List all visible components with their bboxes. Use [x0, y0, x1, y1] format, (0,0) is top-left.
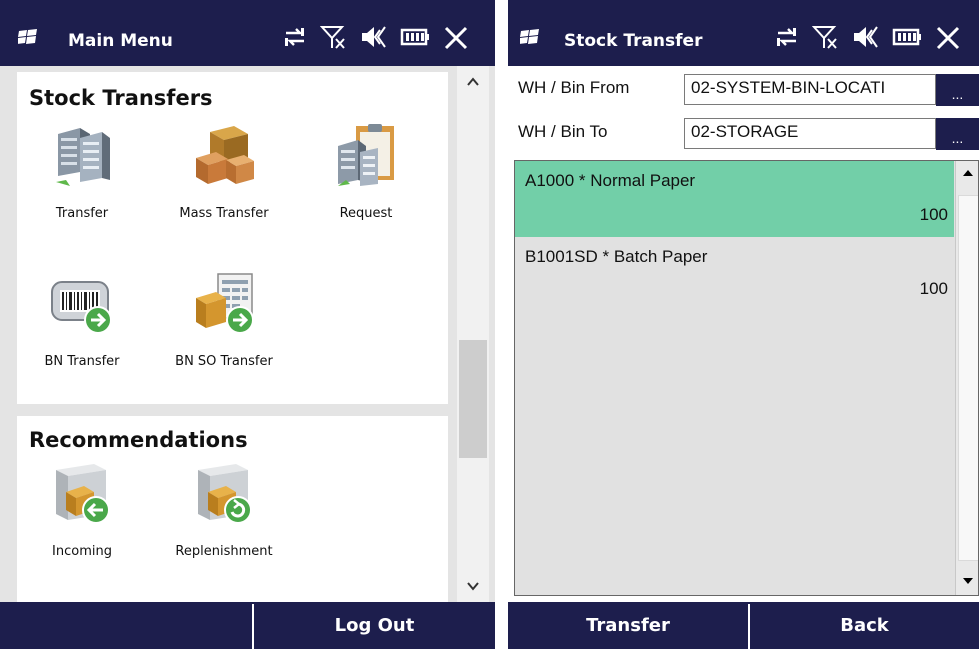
tile-label: Incoming	[52, 544, 112, 559]
back-softkey[interactable]: Back	[750, 602, 979, 649]
app-title: Main Menu	[68, 31, 173, 51]
box-document-icon	[196, 273, 254, 334]
scroll-down-icon[interactable]	[956, 571, 979, 591]
item-name: B1001SD * Batch Paper	[525, 247, 708, 266]
clipboard-servers-icon	[338, 124, 394, 186]
item-list: A1000 * Normal Paper 100 B1001SD * Batch…	[514, 160, 979, 596]
stock-transfers-heading: Stock Transfers	[29, 86, 213, 110]
item-quantity: 100	[919, 279, 948, 298]
volume-icon	[854, 26, 878, 48]
title-bar: Main Menu	[0, 0, 495, 66]
wh-bin-from-field[interactable]: 02-SYSTEM-BIN-LOCATI	[684, 74, 936, 105]
scroll-up-icon[interactable]	[956, 163, 979, 183]
incoming-tile[interactable]: Incoming	[17, 462, 147, 586]
main-menu-screen: Main Menu Stock Transfers Transfer Mass …	[0, 0, 495, 649]
bn-so-transfer-tile[interactable]: BN SO Transfer	[159, 272, 289, 396]
app-title: Stock Transfer	[564, 31, 703, 51]
barcode-scanner-icon	[51, 281, 112, 334]
servers-transfer-icon	[56, 128, 110, 186]
left-softkey[interactable]	[0, 602, 252, 649]
boxes-icon	[196, 126, 254, 184]
softkey-bar: Transfer Back	[508, 602, 979, 649]
list-item-selected[interactable]: A1000 * Normal Paper 100	[515, 161, 954, 237]
request-tile[interactable]: Request	[301, 124, 431, 248]
wh-bin-from-label: WH / Bin From	[518, 78, 630, 97]
no-signal-icon	[812, 26, 837, 49]
softkey-bar: Log Out	[0, 602, 495, 649]
wh-bin-to-row: WH / Bin To 02-STORAGE ...	[508, 114, 979, 150]
stock-transfer-screen: Stock Transfer WH / Bin From 02-SYSTEM-B…	[508, 0, 979, 649]
transfer-tile[interactable]: Transfer	[17, 124, 147, 248]
tile-label: Mass Transfer	[179, 206, 269, 221]
windows-logo-icon[interactable]	[520, 28, 540, 46]
replenish-box-icon	[198, 464, 252, 524]
incoming-box-icon	[56, 464, 110, 524]
close-icon[interactable]	[442, 24, 470, 52]
scroll-down-icon[interactable]	[465, 578, 481, 594]
connectivity-icon	[285, 28, 304, 46]
list-scrollbar[interactable]	[955, 161, 979, 595]
item-name: A1000 * Normal Paper	[525, 171, 696, 190]
menu-scroll-area: Stock Transfers Transfer Mass Transfer R…	[0, 66, 495, 602]
title-bar: Stock Transfer	[508, 0, 979, 66]
tile-label: BN Transfer	[44, 354, 120, 369]
wh-bin-to-label: WH / Bin To	[518, 122, 608, 141]
vertical-scrollbar[interactable]	[457, 66, 489, 602]
windows-logo-icon[interactable]	[18, 28, 38, 46]
bn-transfer-tile[interactable]: BN Transfer	[17, 272, 147, 396]
wh-bin-to-field[interactable]: 02-STORAGE	[684, 118, 936, 149]
connectivity-icon	[777, 28, 796, 46]
scroll-up-icon[interactable]	[465, 74, 481, 90]
battery-icon	[892, 28, 921, 46]
log-out-softkey[interactable]: Log Out	[254, 602, 495, 649]
scrollbar-thumb[interactable]	[958, 195, 978, 561]
stock-transfers-panel: Stock Transfers Transfer Mass Transfer R…	[17, 72, 448, 404]
close-icon[interactable]	[934, 24, 962, 52]
tile-label: Request	[339, 206, 393, 221]
scrollbar-thumb[interactable]	[459, 340, 487, 458]
wh-bin-from-browse-button[interactable]: ...	[936, 74, 979, 106]
volume-icon	[362, 26, 386, 48]
no-signal-icon	[320, 26, 345, 49]
item-quantity: 100	[919, 205, 948, 224]
recommendations-panel: Recommendations Incoming Replenishment	[17, 416, 448, 602]
mass-transfer-tile[interactable]: Mass Transfer	[159, 124, 289, 248]
tile-label: Replenishment	[175, 544, 273, 559]
wh-bin-to-browse-button[interactable]: ...	[936, 118, 979, 150]
list-item[interactable]: B1001SD * Batch Paper 100	[515, 237, 954, 313]
tile-label: BN SO Transfer	[175, 354, 273, 369]
recommendations-heading: Recommendations	[29, 428, 248, 452]
wh-bin-from-row: WH / Bin From 02-SYSTEM-BIN-LOCATI ...	[508, 70, 979, 106]
tile-label: Transfer	[55, 206, 109, 221]
transfer-softkey[interactable]: Transfer	[508, 602, 748, 649]
battery-icon	[400, 28, 429, 46]
replenishment-tile[interactable]: Replenishment	[159, 462, 289, 586]
